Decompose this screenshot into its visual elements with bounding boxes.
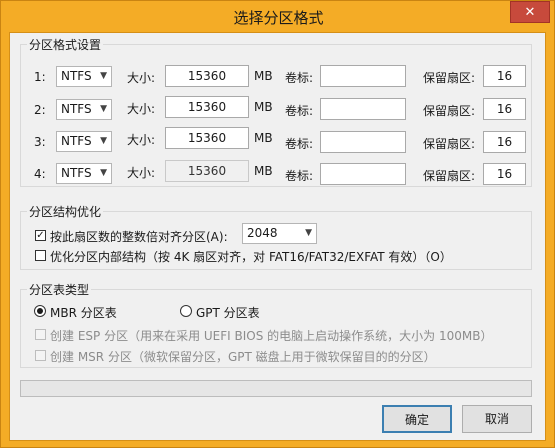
row-1-size-label: 大小: [127, 71, 156, 85]
row-2-volume-label: 卷标: [285, 104, 314, 118]
row-1-index: 1: [34, 70, 46, 84]
row-3-reserved-label: 保留扇区: [423, 137, 476, 151]
chevron-down-icon: ▼ [305, 228, 312, 238]
esp-label: 创建 ESP 分区（用来在采用 UEFI BIOS 的电脑上启动操作系统，大小为… [50, 329, 493, 343]
row-2-size-label: 大小: [127, 102, 156, 116]
dialog-title: 选择分区格式 [233, 9, 324, 27]
chevron-down-icon: ▼ [100, 71, 107, 81]
row-2-unit: MB [254, 100, 273, 114]
chevron-down-icon: ▼ [100, 168, 107, 178]
msr-label: 创建 MSR 分区（微软保留分区，GPT 磁盘上用于微软保留目的的分区） [50, 350, 436, 364]
row-4-fs-select[interactable]: NTFS ▼ [56, 163, 112, 184]
optimize-label: 优化分区内部结构（按 4K 扇区对齐，对 FAT16/FAT32/EXFAT 有… [50, 250, 452, 264]
row-3-reserved-input[interactable]: 16 [483, 131, 526, 153]
optimize-checkbox[interactable] [35, 250, 46, 261]
row-4-unit: MB [254, 164, 273, 178]
row-4-size-input: 15360 [165, 160, 249, 182]
row-3-size-input[interactable]: 15360 [165, 127, 249, 149]
row-4-volume-input[interactable] [320, 163, 406, 185]
row-4-index: 4: [34, 167, 46, 181]
row-1-volume-input[interactable] [320, 65, 406, 87]
gpt-radio[interactable] [180, 305, 192, 317]
row-4-reserved-input[interactable]: 16 [483, 163, 526, 185]
radio-selected-dot [37, 308, 43, 314]
row-3-size-label: 大小: [127, 133, 156, 147]
close-button[interactable]: ✕ [510, 1, 550, 23]
row-1-size-input[interactable]: 15360 [165, 65, 249, 87]
row-1-fs-select[interactable]: NTFS ▼ [56, 66, 112, 87]
msr-checkbox [35, 350, 46, 361]
esp-checkbox [35, 329, 46, 340]
mbr-label: MBR 分区表 [50, 306, 117, 320]
table-type-legend: 分区表类型 [29, 283, 90, 297]
row-1-fs-value: NTFS [61, 69, 92, 83]
align-checkbox[interactable]: ✓ [35, 230, 46, 241]
cancel-button[interactable]: 取消 [462, 405, 532, 433]
structure-legend: 分区结构优化 [29, 205, 102, 219]
align-value: 2048 [247, 226, 278, 240]
chevron-down-icon: ▼ [100, 104, 107, 114]
row-2-reserved-input[interactable]: 16 [483, 98, 526, 120]
align-label: 按此扇区数的整数倍对齐分区(A): [50, 230, 228, 244]
close-icon: ✕ [524, 4, 536, 20]
row-3-volume-input[interactable] [320, 131, 406, 153]
row-4-volume-label: 卷标: [285, 169, 314, 183]
row-3-unit: MB [254, 131, 273, 145]
gpt-label: GPT 分区表 [196, 306, 260, 320]
row-2-fs-value: NTFS [61, 102, 92, 116]
row-1-unit: MB [254, 69, 273, 83]
row-4-size-label: 大小: [127, 166, 156, 180]
row-1-volume-label: 卷标: [285, 71, 314, 85]
row-2-size-input[interactable]: 15360 [165, 96, 249, 118]
dialog-body: 分区格式设置 1: NTFS ▼ 大小: 15360 MB 卷标: 保留扇区: … [9, 32, 546, 441]
mbr-radio[interactable] [34, 305, 46, 317]
row-2-volume-input[interactable] [320, 98, 406, 120]
row-3-fs-select[interactable]: NTFS ▼ [56, 131, 112, 152]
row-1-reserved-input[interactable]: 16 [483, 65, 526, 87]
row-2-reserved-label: 保留扇区: [423, 104, 476, 118]
row-3-index: 3: [34, 135, 46, 149]
partition-format-legend: 分区格式设置 [29, 38, 102, 52]
dialog-window: 选择分区格式 ✕ 分区格式设置 1: NTFS ▼ 大小: 15360 MB 卷… [0, 0, 555, 448]
title-bar[interactable]: 选择分区格式 ✕ [1, 1, 555, 31]
row-4-fs-value: NTFS [61, 166, 92, 180]
row-2-fs-select[interactable]: NTFS ▼ [56, 99, 112, 120]
row-2-index: 2: [34, 103, 46, 117]
row-3-fs-value: NTFS [61, 134, 92, 148]
row-4-reserved-label: 保留扇区: [423, 169, 476, 183]
align-select[interactable]: 2048 ▼ [242, 223, 317, 244]
ok-button[interactable]: 确定 [382, 405, 452, 433]
chevron-down-icon: ▼ [100, 136, 107, 146]
row-3-volume-label: 卷标: [285, 137, 314, 151]
progress-bar [20, 380, 532, 397]
row-1-reserved-label: 保留扇区: [423, 71, 476, 85]
